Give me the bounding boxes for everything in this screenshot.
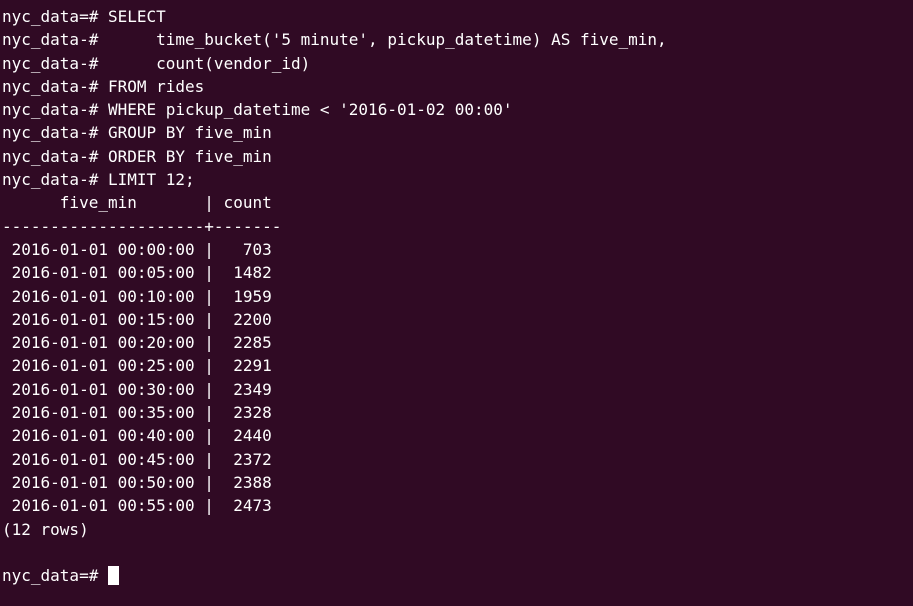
continuation-prompt: nyc_data-#: [2, 100, 108, 120]
result-row: 2016-01-01 00:55:00 | 2473: [2, 496, 272, 516]
query-line: nyc_data-# GROUP BY five_min: [2, 121, 913, 144]
active-prompt-line[interactable]: nyc_data=#: [2, 564, 913, 587]
result-header: five_min | count: [2, 193, 282, 213]
continuation-prompt: nyc_data-#: [2, 123, 108, 143]
prompt: nyc_data=#: [2, 566, 108, 586]
result-separator: ---------------------+-------: [2, 216, 282, 236]
result-row: 2016-01-01 00:40:00 | 2440: [2, 426, 272, 446]
continuation-prompt: nyc_data-#: [2, 76, 108, 96]
query-line: nyc_data-# WHERE pickup_datetime < '2016…: [2, 98, 913, 121]
query-text: time_bucket('5 minute', pickup_datetime)…: [107, 30, 667, 50]
continuation-prompt: nyc_data-#: [2, 170, 108, 190]
continuation-prompt: nyc_data-#: [2, 30, 108, 50]
query-text: SELECT: [107, 7, 166, 26]
prompt: nyc_data=#: [2, 7, 108, 26]
result-row: 2016-01-01 00:05:00 | 1482: [2, 263, 272, 283]
query-line: nyc_data-# count(vendor_id): [2, 52, 913, 75]
query-text: FROM rides: [107, 76, 205, 96]
query-text: GROUP BY five_min: [107, 123, 272, 143]
query-text: count(vendor_id): [107, 53, 311, 73]
result-row: 2016-01-01 00:00:00 | 703: [2, 239, 272, 259]
result-row: 2016-01-01 00:30:00 | 2349: [2, 379, 272, 399]
result-row: 2016-01-01 00:45:00 | 2372: [2, 449, 272, 469]
query-line: nyc_data-# time_bucket('5 minute', picku…: [2, 28, 913, 51]
terminal-window[interactable]: nyc_data=# SELECT nyc_data-# time_bucket…: [0, 0, 913, 606]
query-text: WHERE pickup_datetime < '2016-01-02 00:0…: [107, 100, 513, 120]
continuation-prompt: nyc_data-#: [2, 146, 108, 166]
query-text: LIMIT 12;: [107, 170, 195, 190]
query-line: nyc_data-# LIMIT 12;: [2, 168, 913, 191]
result-row: 2016-01-01 00:15:00 | 2200: [2, 309, 272, 329]
result-row: 2016-01-01 00:25:00 | 2291: [2, 356, 272, 376]
continuation-prompt: nyc_data-#: [2, 53, 108, 73]
query-text: ORDER BY five_min: [107, 146, 272, 166]
result-row: 2016-01-01 00:20:00 | 2285: [2, 333, 272, 353]
query-line: nyc_data-# ORDER BY five_min: [2, 145, 913, 168]
result-row: 2016-01-01 00:50:00 | 2388: [2, 472, 272, 492]
query-line: nyc_data-# FROM rides: [2, 75, 913, 98]
result-row: 2016-01-01 00:10:00 | 1959: [2, 286, 272, 306]
text-cursor: [107, 566, 119, 586]
row-count: (12 rows): [2, 519, 89, 539]
query-line: nyc_data=# SELECT: [2, 5, 913, 28]
result-row: 2016-01-01 00:35:00 | 2328: [2, 403, 272, 423]
